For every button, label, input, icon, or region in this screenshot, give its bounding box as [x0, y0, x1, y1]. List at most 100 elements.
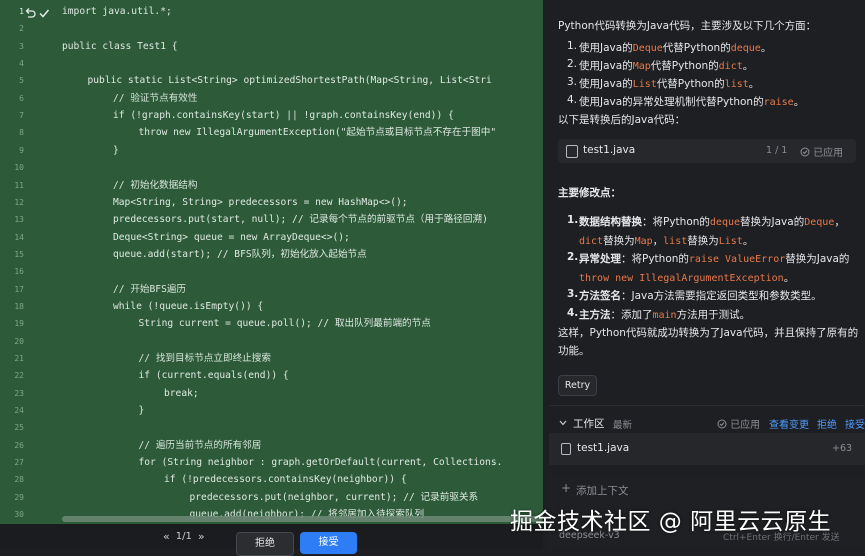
accept-button[interactable]: 接受	[300, 532, 357, 554]
undo-icon[interactable]	[24, 7, 36, 19]
add-context-button[interactable]: 添加上下文	[576, 483, 629, 498]
code-line: break;	[164, 387, 199, 399]
inline-code: List	[632, 79, 657, 90]
change-item: dict替换为Map，list替换为List。	[579, 233, 753, 248]
workspace-reject-link[interactable]: 拒绝	[817, 416, 837, 431]
list-item-text: 代替Python的	[656, 78, 725, 90]
line-number: 29	[14, 492, 24, 502]
code-line: // 验证节点有效性	[113, 92, 198, 104]
line-number: 23	[14, 388, 24, 398]
file-card-status-label: 已应用	[813, 148, 844, 159]
inline-code: list	[663, 235, 688, 247]
line-number: 14	[14, 232, 24, 242]
file-card-count: 1 / 1	[766, 145, 788, 156]
line-number: 22	[14, 371, 24, 381]
code-line: for (String neighbor : graph.getOrDefaul…	[138, 457, 503, 469]
view-changes-link[interactable]: 查看变更	[769, 416, 809, 431]
inline-code: Map	[634, 235, 653, 247]
inline-code: raise ValueError	[688, 254, 786, 265]
line-number: 17	[14, 284, 24, 294]
code-line: // 找到目标节点立即终止搜索	[138, 353, 271, 364]
line-number: 6	[19, 93, 24, 103]
list-item-text: 使用Java的	[579, 78, 633, 90]
change-item-text: ，	[652, 234, 664, 247]
list-item-text: 使用Java的	[579, 42, 633, 54]
answer-intro: Python代码转换为Java代码，主要涉及以下几个方面：	[558, 20, 817, 32]
list-number: 1.	[567, 214, 579, 226]
watermark: 掘金技术社区 @ 阿里云云原生	[510, 509, 832, 535]
closing-text-1: 这样，Python代码就成功转换为了Java代码，并且保持了原有的	[558, 327, 859, 339]
workspace-latest[interactable]: 最新	[613, 417, 632, 431]
inline-code: list	[724, 79, 749, 90]
change-item-text: 。	[742, 234, 754, 247]
code-editor[interactable]: 1 2 3 4 5 6 7 8 9 10 11 12 13 14 15 16 17 18 19 20 21 22 23 24 2…	[0, 0, 543, 524]
line-number: 3	[19, 41, 24, 51]
line-number: 24	[14, 406, 24, 416]
code-line: predecessors.put(neighbor, current); // …	[189, 491, 479, 503]
list-number: 2.	[567, 251, 579, 263]
check-icon[interactable]	[38, 7, 50, 19]
retry-button[interactable]: Retry	[558, 375, 597, 396]
change-item: 异常处理：将Python的raise ValueError替换为Java的	[579, 251, 849, 266]
closing-text-2: 功能。	[558, 345, 590, 357]
change-item-text: 方法用于测试。	[676, 308, 751, 321]
code-line: public static List<String> optimizedShor…	[87, 75, 492, 87]
inline-code: dict	[718, 61, 743, 72]
list-item-text: 。	[760, 42, 772, 54]
workspace-accept-link[interactable]: 接受	[845, 416, 865, 431]
changes-heading: 主要修改点：	[558, 187, 621, 199]
prev-diff-icon[interactable]: «	[163, 530, 170, 543]
code-line: queue.add(start); // BFS队列，初始化放入起始节点	[113, 248, 367, 260]
line-number: 12	[14, 197, 24, 207]
horizontal-scrollbar[interactable]	[62, 516, 542, 522]
line-number: 30	[14, 510, 24, 520]
workspace-applied: 已应用	[717, 416, 760, 431]
change-item-text: 替换为Java的	[785, 253, 850, 265]
list-item-text: 代替Python的	[650, 60, 719, 72]
line-number: 27	[14, 458, 24, 468]
code-line: predecessors.put(start, null); // 记录每个节点…	[113, 214, 488, 226]
applied-check-icon	[800, 147, 810, 157]
line-number-gutter: 1 2 3 4 5 6 7 8 9 10 11 12 13 14 15 16 17 18 19 20 21 22 23 24 2…	[0, 0, 24, 524]
change-item-label: 数据结构替换	[579, 216, 642, 228]
line-number: 2	[19, 24, 24, 34]
list-item: 使用Java的Map代替Python的dict。	[579, 58, 753, 73]
line-number: 7	[19, 111, 24, 121]
code-line: public class Test1 {	[62, 40, 178, 52]
change-item-text: ：将Python的	[642, 216, 710, 228]
file-card[interactable]: test1.java 1 / 1 已应用	[558, 139, 856, 163]
change-item-label: 异常处理	[579, 253, 621, 265]
next-diff-icon[interactable]: »	[198, 530, 205, 543]
reject-button[interactable]: 拒绝	[236, 532, 294, 556]
panel-divider	[549, 405, 865, 406]
workspace-file-row[interactable]: test1.java +63	[549, 433, 865, 465]
inline-code: throw new IllegalArgumentException	[579, 272, 784, 284]
code-line: // 开始BFS遍历	[113, 283, 187, 295]
line-number: 25	[14, 423, 24, 433]
line-number: 1	[19, 7, 24, 16]
inline-code: List	[718, 235, 743, 247]
line-number: 18	[14, 301, 24, 311]
file-icon	[566, 145, 578, 158]
change-item-text: 替换为	[687, 234, 719, 247]
code-line: if (current.equals(end)) {	[138, 370, 289, 382]
change-item: 数据结构替换：将Python的deque替换为Java的Deque，	[579, 214, 845, 229]
line-number: 19	[14, 319, 24, 329]
change-item: 主方法：添加了main方法用于测试。	[579, 307, 750, 322]
code-line: while (!queue.isEmpty()) {	[113, 300, 264, 312]
line-number: 28	[14, 475, 24, 485]
plus-icon[interactable]: +	[561, 481, 571, 495]
line-number: 8	[19, 128, 24, 138]
chevron-down-icon[interactable]	[559, 419, 567, 427]
code-line: String current = queue.poll(); // 取出队列最前…	[138, 318, 431, 330]
diff-pager: « 1/1 »	[163, 530, 205, 543]
list-item: 使用Java的异常处理机制代替Python的raise。	[579, 94, 804, 109]
change-item-label: 方法签名	[579, 290, 621, 302]
change-item-text: ，	[834, 216, 845, 228]
change-item-text: 替换为	[603, 234, 635, 247]
inline-code: raise	[763, 97, 794, 108]
line-actions[interactable]	[24, 7, 50, 19]
code-line: Deque<String> queue = new ArrayDeque<>()…	[113, 231, 350, 243]
line-number: 4	[19, 59, 24, 69]
change-item-text: 替换为Java的	[740, 216, 805, 228]
